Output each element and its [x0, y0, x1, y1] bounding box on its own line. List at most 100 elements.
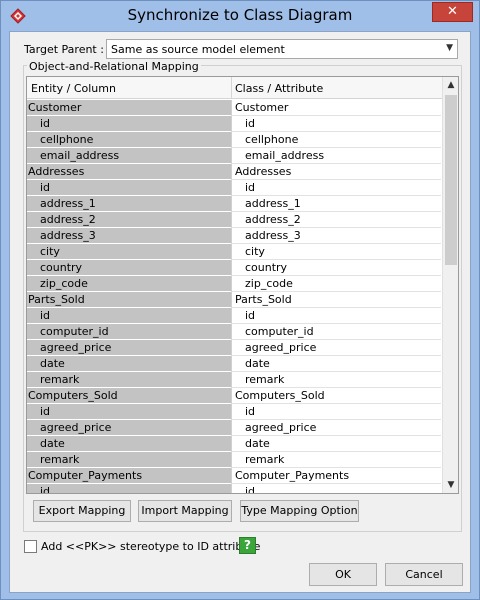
import-mapping-button[interactable]: Import Mapping: [138, 500, 232, 522]
entity-cell: Parts_Sold: [27, 292, 231, 308]
table-row[interactable]: id id: [27, 484, 441, 493]
target-parent-label: Target Parent :: [24, 43, 104, 56]
column-cell: date: [27, 356, 231, 372]
column-cell: address_3: [27, 228, 231, 244]
target-parent-select[interactable]: Same as source model element ▼: [106, 39, 458, 59]
table-row[interactable]: Addresses Addresses: [27, 164, 441, 180]
mapping-table: Entity / Column Class / Attribute Custom…: [26, 76, 459, 494]
attribute-cell[interactable]: id: [231, 484, 441, 493]
scroll-down-icon[interactable]: ▼: [443, 477, 458, 493]
attribute-cell[interactable]: cellphone: [231, 132, 441, 148]
attribute-cell[interactable]: country: [231, 260, 441, 276]
table-row[interactable]: address_3 address_3: [27, 228, 441, 244]
table-row[interactable]: id id: [27, 404, 441, 420]
attribute-cell[interactable]: agreed_price: [231, 420, 441, 436]
table-row[interactable]: date date: [27, 356, 441, 372]
table-row[interactable]: Parts_Sold Parts_Sold: [27, 292, 441, 308]
attribute-cell[interactable]: agreed_price: [231, 340, 441, 356]
table-row[interactable]: email_address email_address: [27, 148, 441, 164]
type-mapping-option-button[interactable]: Type Mapping Option: [240, 500, 359, 522]
column-cell: address_2: [27, 212, 231, 228]
column-cell: agreed_price: [27, 420, 231, 436]
attribute-cell[interactable]: id: [231, 404, 441, 420]
attribute-cell[interactable]: address_1: [231, 196, 441, 212]
column-cell: cellphone: [27, 132, 231, 148]
column-cell: id: [27, 404, 231, 420]
attribute-cell[interactable]: address_2: [231, 212, 441, 228]
column-cell: agreed_price: [27, 340, 231, 356]
table-row[interactable]: id id: [27, 308, 441, 324]
table-row[interactable]: country country: [27, 260, 441, 276]
class-cell[interactable]: Customer: [231, 100, 441, 116]
table-row[interactable]: cellphone cellphone: [27, 132, 441, 148]
class-cell[interactable]: Computers_Sold: [231, 388, 441, 404]
attribute-cell[interactable]: date: [231, 356, 441, 372]
close-button[interactable]: ✕: [432, 2, 473, 22]
column-cell: id: [27, 308, 231, 324]
header-divider[interactable]: [231, 77, 232, 99]
attribute-cell[interactable]: city: [231, 244, 441, 260]
column-cell: remark: [27, 452, 231, 468]
attribute-cell[interactable]: remark: [231, 372, 441, 388]
column-cell: id: [27, 180, 231, 196]
ok-button[interactable]: OK: [309, 563, 377, 586]
table-row[interactable]: id id: [27, 180, 441, 196]
attribute-cell[interactable]: email_address: [231, 148, 441, 164]
chevron-down-icon: ▼: [446, 43, 453, 53]
title-bar[interactable]: Synchronize to Class Diagram ✕: [1, 1, 479, 31]
attribute-cell[interactable]: zip_code: [231, 276, 441, 292]
column-cell: id: [27, 484, 231, 493]
entity-cell: Addresses: [27, 164, 231, 180]
cancel-button[interactable]: Cancel: [385, 563, 463, 586]
column-cell: address_1: [27, 196, 231, 212]
scroll-up-icon[interactable]: ▲: [443, 77, 458, 93]
column-cell: email_address: [27, 148, 231, 164]
attribute-cell[interactable]: id: [231, 308, 441, 324]
table-row[interactable]: Computer_Payments Computer_Payments: [27, 468, 441, 484]
table-row[interactable]: zip_code zip_code: [27, 276, 441, 292]
table-row[interactable]: Customer Customer: [27, 100, 441, 116]
help-icon[interactable]: ?: [239, 537, 256, 554]
table-row[interactable]: id id: [27, 116, 441, 132]
table-rows: Customer Customer id id cellphone cellphone em…: [27, 100, 441, 493]
scrollbar-thumb[interactable]: [445, 95, 457, 265]
table-row[interactable]: city city: [27, 244, 441, 260]
table-row[interactable]: remark remark: [27, 452, 441, 468]
column-cell: zip_code: [27, 276, 231, 292]
entity-cell: Computers_Sold: [27, 388, 231, 404]
column-header-class[interactable]: Class / Attribute: [235, 82, 323, 95]
entity-cell: Computer_Payments: [27, 468, 231, 484]
column-cell: computer_id: [27, 324, 231, 340]
table-row[interactable]: address_2 address_2: [27, 212, 441, 228]
class-cell[interactable]: Computer_Payments: [231, 468, 441, 484]
attribute-cell[interactable]: computer_id: [231, 324, 441, 340]
table-row[interactable]: agreed_price agreed_price: [27, 420, 441, 436]
attribute-cell[interactable]: date: [231, 436, 441, 452]
class-cell[interactable]: Addresses: [231, 164, 441, 180]
table-row[interactable]: Computers_Sold Computers_Sold: [27, 388, 441, 404]
dialog-window: Synchronize to Class Diagram ✕ Target Pa…: [0, 0, 480, 600]
mapping-group-legend: Object-and-Relational Mapping: [27, 60, 201, 73]
target-parent-value: Same as source model element: [111, 43, 285, 56]
table-row[interactable]: computer_id computer_id: [27, 324, 441, 340]
vertical-scrollbar[interactable]: ▲ ▼: [442, 77, 458, 493]
class-cell[interactable]: Parts_Sold: [231, 292, 441, 308]
table-row[interactable]: date date: [27, 436, 441, 452]
pk-stereotype-label[interactable]: Add <<PK>> stereotype to ID attribute: [41, 540, 260, 553]
column-cell: remark: [27, 372, 231, 388]
export-mapping-button[interactable]: Export Mapping: [33, 500, 131, 522]
column-cell: id: [27, 116, 231, 132]
table-row[interactable]: address_1 address_1: [27, 196, 441, 212]
table-row[interactable]: agreed_price agreed_price: [27, 340, 441, 356]
column-header-entity[interactable]: Entity / Column: [31, 82, 116, 95]
attribute-cell[interactable]: remark: [231, 452, 441, 468]
attribute-cell[interactable]: id: [231, 116, 441, 132]
attribute-cell[interactable]: id: [231, 180, 441, 196]
column-cell: city: [27, 244, 231, 260]
entity-cell: Customer: [27, 100, 231, 116]
table-row[interactable]: remark remark: [27, 372, 441, 388]
column-cell: country: [27, 260, 231, 276]
pk-stereotype-checkbox[interactable]: [24, 540, 37, 553]
attribute-cell[interactable]: address_3: [231, 228, 441, 244]
window-title: Synchronize to Class Diagram: [127, 6, 353, 24]
